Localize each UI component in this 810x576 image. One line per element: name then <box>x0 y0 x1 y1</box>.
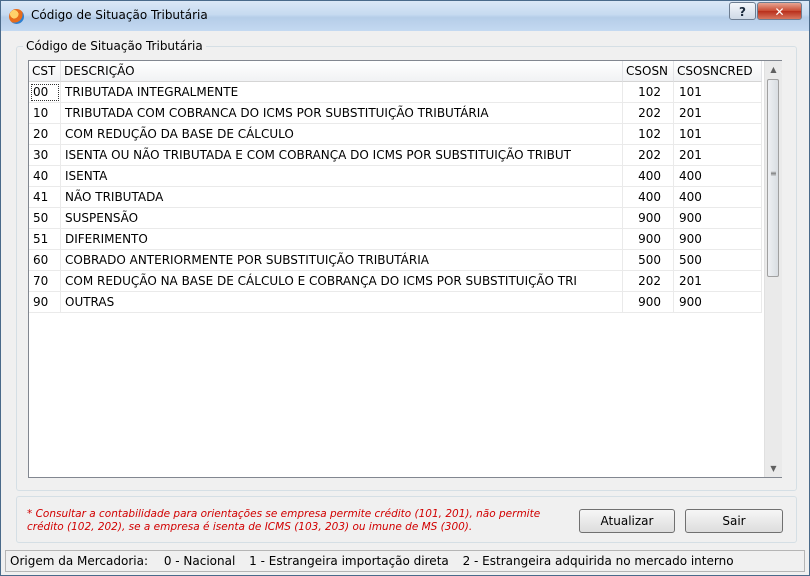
status-item-estrangeira-importacao: 1 - Estrangeira importação direta <box>249 554 449 568</box>
column-header-csosn[interactable]: CSOSN <box>623 61 674 82</box>
atualizar-button[interactable]: Atualizar <box>579 509 675 533</box>
cell-descricao[interactable]: COBRADO ANTERIORMENTE POR SUBSTITUIÇÃO T… <box>61 250 623 271</box>
cell-descricao[interactable]: COM REDUÇÃO DA BASE DE CÁLCULO <box>61 124 623 145</box>
scroll-up-arrow-icon[interactable]: ▲ <box>765 61 782 78</box>
cell-csosncred[interactable]: 900 <box>674 208 762 229</box>
cell-csosn[interactable]: 900 <box>623 208 674 229</box>
cell-csosncred[interactable]: 101 <box>674 124 762 145</box>
cell-csosncred[interactable]: 900 <box>674 292 762 313</box>
table-row[interactable]: 50 SUSPENSÃO 900 900 <box>29 208 762 229</box>
cell-csosn[interactable]: 102 <box>623 124 674 145</box>
cell-csosncred[interactable]: 101 <box>674 82 762 103</box>
cell-csosn[interactable]: 202 <box>623 271 674 292</box>
table-row[interactable]: 00 TRIBUTADA INTEGRALMENTE 102 101 <box>29 82 762 103</box>
scroll-thumb[interactable]: ≡ <box>767 79 779 277</box>
cell-cst[interactable]: 90 <box>29 292 61 313</box>
cell-cst[interactable]: 60 <box>29 250 61 271</box>
window-title: Código de Situação Tributária <box>31 8 208 22</box>
cell-csosncred[interactable]: 201 <box>674 103 762 124</box>
groupbox-title: Código de Situação Tributária <box>23 39 206 53</box>
cell-cst[interactable]: 41 <box>29 187 61 208</box>
table-row[interactable]: 70 COM REDUÇÃO NA BASE DE CÁLCULO E COBR… <box>29 271 762 292</box>
status-label: Origem da Mercadoria: <box>10 554 148 568</box>
table-row[interactable]: 10 TRIBUTADA COM COBRANCA DO ICMS POR SU… <box>29 103 762 124</box>
cell-cst[interactable]: 30 <box>29 145 61 166</box>
help-button[interactable]: ? <box>729 2 756 20</box>
cell-descricao[interactable]: OUTRAS <box>61 292 623 313</box>
cell-csosncred[interactable]: 400 <box>674 187 762 208</box>
status-item-nacional: 0 - Nacional <box>163 554 236 568</box>
table-row[interactable]: 90 OUTRAS 900 900 <box>29 292 762 313</box>
cst-table[interactable]: CST DESCRIÇÃO CSOSN CSOSNCRED 00 TRIBUTA… <box>28 60 782 478</box>
vertical-scrollbar[interactable]: ▲ ≡ ▼ <box>764 61 782 477</box>
status-bar: Origem da Mercadoria: 0 - Nacional 1 - E… <box>5 550 805 572</box>
title-bar[interactable]: Código de Situação Tributária ? ✕ <box>1 1 809 31</box>
app-icon <box>9 9 24 24</box>
table-row[interactable]: 20 COM REDUÇÃO DA BASE DE CÁLCULO 102 10… <box>29 124 762 145</box>
cell-csosn[interactable]: 202 <box>623 145 674 166</box>
cell-csosncred[interactable]: 500 <box>674 250 762 271</box>
cell-csosn[interactable]: 400 <box>623 166 674 187</box>
cell-descricao[interactable]: COM REDUÇÃO NA BASE DE CÁLCULO E COBRANÇ… <box>61 271 623 292</box>
cell-cst[interactable]: 40 <box>29 166 61 187</box>
cell-csosn[interactable]: 900 <box>623 229 674 250</box>
sair-button[interactable]: Sair <box>685 509 783 533</box>
table-row[interactable]: 40 ISENTA 400 400 <box>29 166 762 187</box>
cell-descricao[interactable]: ISENTA OU NÃO TRIBUTADA E COM COBRANÇA D… <box>61 145 623 166</box>
cell-csosncred[interactable]: 201 <box>674 145 762 166</box>
cell-csosn[interactable]: 900 <box>623 292 674 313</box>
cell-cst[interactable]: 10 <box>29 103 61 124</box>
table-row[interactable]: 30 ISENTA OU NÃO TRIBUTADA E COM COBRANÇ… <box>29 145 762 166</box>
dialog-window: Código de Situação Tributária ? ✕ Código… <box>0 0 810 576</box>
cell-csosn[interactable]: 202 <box>623 103 674 124</box>
table-row[interactable]: 51 DIFERIMENTO 900 900 <box>29 229 762 250</box>
column-header-csosncred[interactable]: CSOSNCRED <box>674 61 762 82</box>
cell-cst[interactable]: 50 <box>29 208 61 229</box>
cell-descricao[interactable]: TRIBUTADA COM COBRANCA DO ICMS POR SUBST… <box>61 103 623 124</box>
column-header-cst[interactable]: CST <box>29 61 61 82</box>
cell-descricao[interactable]: TRIBUTADA INTEGRALMENTE <box>61 82 623 103</box>
cell-descricao[interactable]: DIFERIMENTO <box>61 229 623 250</box>
cell-csosncred[interactable]: 400 <box>674 166 762 187</box>
cell-csosncred[interactable]: 900 <box>674 229 762 250</box>
cell-cst[interactable]: 00 <box>29 82 61 103</box>
cell-descricao[interactable]: NÃO TRIBUTADA <box>61 187 623 208</box>
cell-csosn[interactable]: 500 <box>623 250 674 271</box>
column-header-descricao[interactable]: DESCRIÇÃO <box>61 61 623 82</box>
close-button[interactable]: ✕ <box>757 2 802 20</box>
cell-cst[interactable]: 20 <box>29 124 61 145</box>
credit-note: * Consultar a contabilidade para orienta… <box>27 508 541 533</box>
grip-icon: ≡ <box>770 169 777 178</box>
cell-csosn[interactable]: 102 <box>623 82 674 103</box>
cell-cst[interactable]: 51 <box>29 229 61 250</box>
table-row[interactable]: 41 NÃO TRIBUTADA 400 400 <box>29 187 762 208</box>
table-row[interactable]: 60 COBRADO ANTERIORMENTE POR SUBSTITUIÇÃ… <box>29 250 762 271</box>
cell-cst[interactable]: 70 <box>29 271 61 292</box>
status-item-estrangeira-adquirida: 2 - Estrangeira adquirida no mercado int… <box>462 554 734 568</box>
cell-csosn[interactable]: 400 <box>623 187 674 208</box>
cell-descricao[interactable]: ISENTA <box>61 166 623 187</box>
scroll-down-arrow-icon[interactable]: ▼ <box>765 460 782 477</box>
cell-csosncred[interactable]: 201 <box>674 271 762 292</box>
cell-descricao[interactable]: SUSPENSÃO <box>61 208 623 229</box>
